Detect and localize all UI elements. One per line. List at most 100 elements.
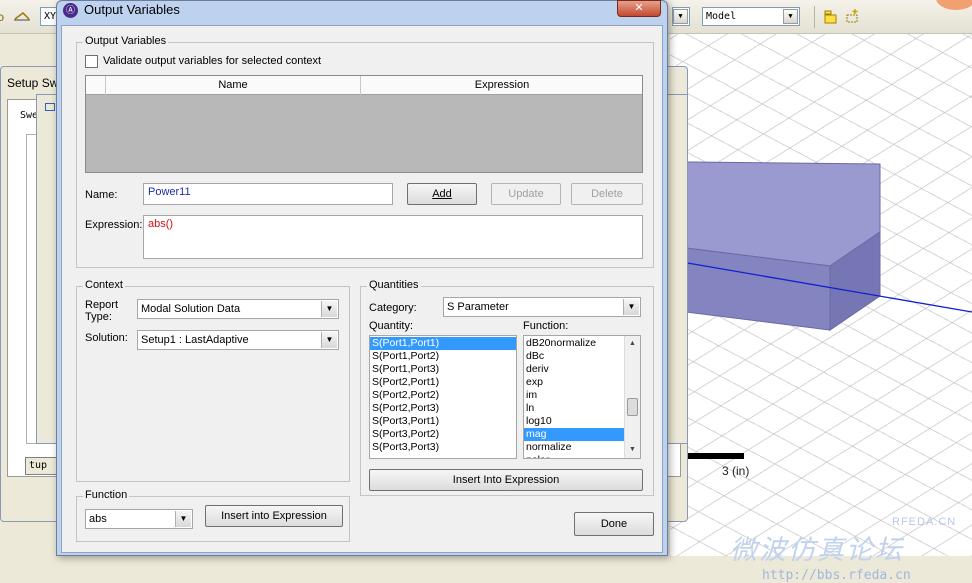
function-select[interactable]: abs ▼ bbox=[85, 509, 193, 529]
function-select-value: abs bbox=[89, 513, 107, 525]
list-item[interactable]: S(Port1,Port3) bbox=[370, 363, 516, 376]
setup-window-title: Setup Sw bbox=[7, 76, 59, 90]
status-bubble-icon bbox=[936, 0, 972, 10]
validate-label: Validate output variables for selected c… bbox=[103, 55, 322, 67]
group-title-quantities: Quantities bbox=[367, 279, 421, 291]
list-item[interactable]: deriv bbox=[524, 363, 624, 376]
toolbar-separator bbox=[814, 6, 815, 28]
model-drawing bbox=[670, 161, 972, 459]
add-button[interactable]: Add bbox=[407, 183, 477, 205]
chevron-down-icon[interactable]: ▼ bbox=[321, 332, 337, 348]
scroll-down-icon[interactable]: ▼ bbox=[625, 442, 640, 458]
list-item[interactable]: S(Port1,Port1) bbox=[370, 337, 516, 350]
chevron-down-icon[interactable]: ▼ bbox=[175, 511, 191, 527]
list-item[interactable]: S(Port3,Port2) bbox=[370, 428, 516, 441]
column-header-name[interactable]: Name bbox=[106, 76, 361, 95]
quantity-label: Quantity: bbox=[369, 320, 414, 332]
update-button[interactable]: Update bbox=[491, 183, 561, 205]
list-item[interactable]: S(Port2,Port1) bbox=[370, 376, 516, 389]
column-header-expression[interactable]: Expression bbox=[362, 76, 642, 95]
quantities-group: Quantities Category: S Parameter ▼ Quant… bbox=[360, 279, 654, 496]
update-button-label: Update bbox=[508, 188, 544, 200]
list-item[interactable]: normalize bbox=[524, 441, 624, 454]
watermark-url: http://bbs.rfeda.cn bbox=[762, 568, 911, 583]
function-insert-button[interactable]: Insert into Expression bbox=[205, 505, 343, 527]
setup-button[interactable]: tup C bbox=[25, 457, 59, 475]
delete-button[interactable]: Delete bbox=[571, 183, 643, 205]
function-scrollbar[interactable]: ▲ ▼ bbox=[624, 336, 640, 458]
category-value: S Parameter bbox=[447, 301, 509, 313]
output-variables-group: Output Variables Validate output variabl… bbox=[76, 35, 654, 268]
list-item[interactable]: dBc bbox=[524, 350, 624, 363]
insert-into-expression-label: Insert Into Expression bbox=[452, 474, 560, 486]
list-item[interactable]: S(Port2,Port2) bbox=[370, 389, 516, 402]
report-type-label: Report Type: bbox=[85, 299, 119, 323]
function-list: dB20normalize dBc deriv exp im ln log10 mag norm… bbox=[524, 336, 624, 458]
chevron-down-icon[interactable]: ▼ bbox=[321, 301, 337, 317]
delete-button-label: Delete bbox=[591, 188, 623, 200]
done-button-label: Done bbox=[600, 518, 628, 530]
window-icon bbox=[45, 103, 55, 111]
3d-viewport[interactable]: 3 (in) RFEDA.CN 微波仿真论坛 http://bbs.rfeda.… bbox=[670, 34, 972, 583]
draw-line-icon[interactable] bbox=[14, 11, 30, 21]
dialog-titlebar[interactable]: Ⓐ Output Variables ✕ bbox=[57, 0, 667, 21]
list-item[interactable]: im bbox=[524, 389, 624, 402]
function-insert-label: Insert into Expression bbox=[221, 510, 327, 522]
function-list-label: Function: bbox=[523, 320, 569, 332]
quantity-listbox[interactable]: S(Port1,Port1) S(Port1,Port2) S(Port1,Port… bbox=[369, 335, 517, 459]
list-item[interactable]: ln bbox=[524, 402, 624, 415]
list-item[interactable]: mag bbox=[524, 428, 624, 441]
variables-table[interactable]: Name Expression bbox=[85, 75, 643, 173]
validate-checkbox[interactable] bbox=[85, 55, 98, 68]
name-input[interactable]: Power11 bbox=[143, 183, 393, 205]
watermark-logo: RFEDA.CN bbox=[892, 516, 957, 528]
new-layer-icon[interactable] bbox=[846, 8, 860, 24]
add-button-label: Add bbox=[432, 188, 452, 200]
expression-input[interactable]: abs() bbox=[143, 215, 643, 259]
chevron-down-icon[interactable]: ▼ bbox=[673, 9, 688, 24]
expression-input-value: abs() bbox=[148, 218, 174, 230]
chevron-down-icon[interactable]: ▼ bbox=[623, 299, 639, 315]
function-listbox[interactable]: dB20normalize dBc deriv exp im ln log10 mag norm… bbox=[523, 335, 641, 459]
category-select[interactable]: S Parameter ▼ bbox=[443, 297, 641, 317]
report-type-value: Modal Solution Data bbox=[141, 303, 241, 315]
insert-into-expression-button[interactable]: Insert Into Expression bbox=[369, 469, 643, 491]
group-title-function: Function bbox=[83, 489, 130, 501]
solution-select[interactable]: Setup1 : LastAdaptive ▼ bbox=[137, 330, 339, 350]
scale-label: 3 (in) bbox=[722, 464, 750, 478]
context-group: Context Report Type: Modal Solution Data… bbox=[76, 279, 350, 482]
list-item[interactable]: S(Port1,Port2) bbox=[370, 350, 516, 363]
list-item[interactable]: S(Port3,Port3) bbox=[370, 441, 516, 454]
done-button[interactable]: Done bbox=[574, 512, 654, 536]
report-type-select[interactable]: Modal Solution Data ▼ bbox=[137, 299, 339, 319]
chevron-down-icon[interactable]: ▼ bbox=[783, 9, 798, 24]
list-item[interactable]: S(Port3,Port1) bbox=[370, 415, 516, 428]
setup-button-label: tup C bbox=[29, 460, 48, 471]
quantity-list: S(Port1,Port1) S(Port1,Port2) S(Port1,Port… bbox=[370, 336, 516, 454]
table-header-corner bbox=[86, 76, 106, 95]
group-title-context: Context bbox=[83, 279, 125, 291]
scale-bar bbox=[684, 453, 744, 459]
model-combo[interactable]: Model ▼ bbox=[702, 7, 800, 26]
coordinate-combo-value: XY bbox=[44, 11, 57, 22]
toolbar-icon[interactable]: ɔ bbox=[0, 10, 6, 24]
expression-label: Expression: bbox=[85, 219, 143, 231]
app-logo-icon: Ⓐ bbox=[63, 3, 78, 18]
scroll-thumb[interactable] bbox=[627, 398, 638, 416]
list-item[interactable]: S(Port2,Port3) bbox=[370, 402, 516, 415]
scroll-up-icon[interactable]: ▲ bbox=[625, 336, 640, 352]
list-item[interactable]: polar bbox=[524, 454, 624, 458]
toolbar-combo-partial[interactable]: ▼ bbox=[672, 7, 690, 26]
layer-icon[interactable] bbox=[824, 10, 838, 24]
list-item[interactable]: exp bbox=[524, 376, 624, 389]
dialog-client-area: Output Variables Validate output variabl… bbox=[61, 25, 663, 553]
close-button[interactable]: ✕ bbox=[617, 0, 661, 17]
table-header: Name Expression bbox=[86, 76, 642, 95]
list-item[interactable]: dB20normalize bbox=[524, 337, 624, 350]
dialog-title: Output Variables bbox=[84, 2, 180, 17]
model-combo-value: Model bbox=[706, 11, 737, 22]
function-group: Function abs ▼ Insert into Expression bbox=[76, 489, 350, 542]
list-item[interactable]: log10 bbox=[524, 415, 624, 428]
solution-label: Solution: bbox=[85, 332, 128, 344]
group-title-output-variables: Output Variables bbox=[83, 35, 169, 47]
